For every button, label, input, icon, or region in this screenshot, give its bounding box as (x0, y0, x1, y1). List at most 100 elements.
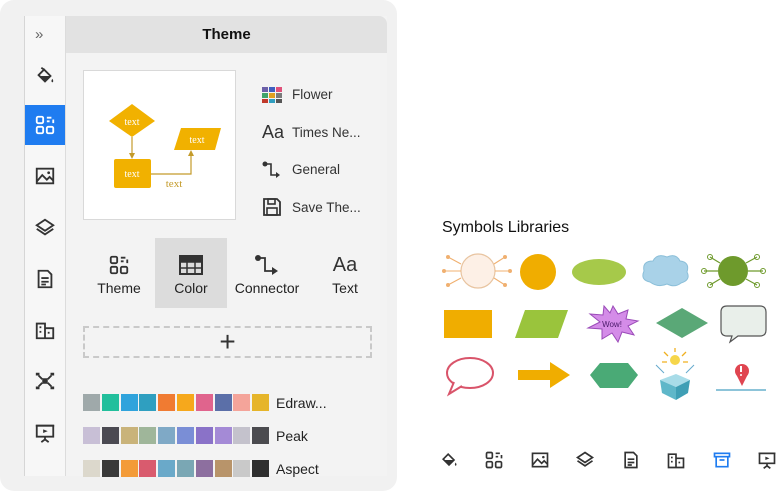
rail-fill-button[interactable] (25, 56, 65, 96)
font-aa-icon: Aa (332, 253, 358, 276)
palette-swatch (195, 394, 213, 411)
palette-swatch (83, 460, 100, 477)
tab-connector-label: Connector (234, 280, 300, 296)
green-hexagon-symbol[interactable] (590, 363, 638, 388)
theme-grid-icon (486, 451, 503, 469)
theme-preview[interactable]: text text text text (83, 70, 236, 220)
palette-row-aspect[interactable]: Aspect (83, 452, 383, 485)
rail-buildings-button[interactable] (25, 310, 65, 350)
map-pin-symbol[interactable] (716, 364, 766, 391)
color-grid-icon (262, 86, 282, 103)
green-parallelogram-symbol[interactable] (515, 310, 568, 338)
rail-theme-button[interactable] (25, 105, 65, 145)
connector-icon (262, 161, 280, 178)
palette-swatch (252, 427, 270, 444)
presentation-icon (758, 452, 776, 469)
palette-swatch (101, 427, 119, 444)
palette-swatch (120, 394, 138, 411)
green-ellipse-symbol[interactable] (572, 259, 626, 285)
palette-swatch (101, 460, 119, 477)
connector-icon (255, 255, 278, 275)
palette-name: Peak (276, 427, 308, 444)
palette-name: Edraw... (276, 394, 327, 411)
document-icon (37, 269, 53, 289)
palette-swatch (176, 394, 194, 411)
image-icon (531, 452, 549, 468)
palette-swatch (176, 427, 194, 444)
palette-swatch (214, 427, 232, 444)
tab-color[interactable]: Color (155, 238, 227, 308)
bottom-document-button[interactable] (620, 449, 642, 471)
wow-burst-text: Wow! (602, 320, 622, 329)
rail-mindmap-button[interactable] (25, 361, 65, 401)
palette-swatches (83, 460, 271, 477)
speech-bubble-rect-symbol[interactable] (720, 305, 767, 344)
palette-swatch (158, 427, 176, 444)
add-palette-button[interactable]: + (83, 326, 372, 358)
bottom-library-button[interactable] (711, 449, 733, 471)
palette-swatch (176, 460, 194, 477)
preview-edge-label: text (166, 178, 183, 190)
arrow-right-symbol[interactable] (518, 362, 570, 388)
rail-presentation-button[interactable] (25, 413, 65, 453)
green-circle-rays-symbol[interactable] (701, 254, 766, 288)
setting-color-scheme[interactable]: Flower (260, 76, 385, 114)
layers-icon (576, 451, 595, 467)
symbols-grid: Wow! (442, 253, 767, 400)
setting-font-label: Times Ne... (292, 124, 361, 140)
presentation-icon (35, 424, 55, 443)
color-table-icon (179, 255, 203, 275)
bottom-buildings-button[interactable] (665, 449, 687, 471)
palette-swatches (83, 427, 271, 444)
preview-node-bottom: text (125, 169, 140, 180)
tab-color-label: Color (174, 280, 208, 296)
palette-swatch (120, 427, 138, 444)
bottom-layers-button[interactable] (574, 449, 596, 471)
palette-swatch (120, 460, 138, 477)
wow-burst-symbol[interactable]: Wow! (586, 304, 640, 344)
palette-swatch (195, 460, 213, 477)
rail-layers-button[interactable] (25, 208, 65, 248)
palette-swatch (214, 394, 232, 411)
palette-row-peak[interactable]: Peak (83, 419, 383, 452)
buildings-icon (667, 453, 685, 469)
palette-row-edraw[interactable]: Edraw... (83, 386, 383, 419)
setting-connector-label: General (292, 162, 341, 178)
circle-rays-symbol[interactable] (442, 253, 512, 289)
palette-swatch (252, 394, 270, 411)
bottom-fill-button[interactable] (438, 449, 460, 471)
orange-circle-symbol[interactable] (520, 254, 556, 290)
palette-swatch (233, 460, 251, 477)
setting-save-theme[interactable]: Save The... (260, 189, 385, 227)
orange-rectangle-symbol[interactable] (444, 310, 492, 338)
bottom-presentation-button[interactable] (756, 449, 778, 471)
gift-box-symbol[interactable] (655, 348, 695, 400)
expand-panel-button[interactable]: » (35, 26, 43, 43)
palette-swatch (252, 460, 270, 477)
setting-connector[interactable]: General (260, 151, 385, 189)
palette-swatch (195, 427, 213, 444)
tab-connector[interactable]: Connector (227, 238, 307, 308)
cloud-symbol[interactable] (642, 255, 689, 287)
palette-swatch (158, 394, 176, 411)
setting-font[interactable]: Aa Times Ne... (260, 114, 385, 152)
rail-image-button[interactable] (25, 156, 65, 196)
green-diamond-symbol[interactable] (656, 308, 708, 338)
tab-text-label: Text (332, 280, 358, 296)
preview-node-top: text (125, 117, 140, 128)
bottom-theme-button[interactable] (483, 449, 505, 471)
rail-document-button[interactable] (25, 259, 65, 299)
buildings-icon (35, 322, 55, 340)
save-icon (263, 198, 281, 217)
tab-theme[interactable]: Theme (83, 238, 155, 308)
theme-preview-diagram: text text text text (109, 104, 221, 190)
palette-swatch (83, 427, 100, 444)
tab-text[interactable]: Aa Text (307, 238, 383, 308)
theme-tabs: Theme Color Connector Aa Text (83, 238, 383, 308)
speech-bubble-round-symbol[interactable] (446, 357, 494, 397)
bottom-image-button[interactable] (529, 449, 551, 471)
library-icon (713, 452, 730, 468)
format-panel: » Theme text text text text Flower Aa Ti… (0, 0, 397, 491)
paint-bucket-icon (441, 452, 457, 467)
palette-list: Edraw... Peak Aspect (83, 386, 383, 485)
